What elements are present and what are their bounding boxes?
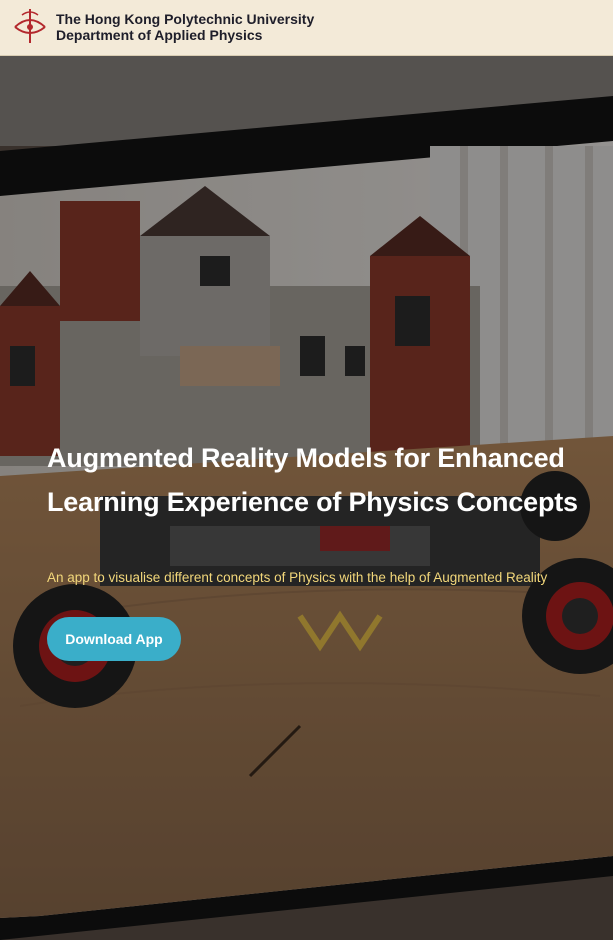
university-name: The Hong Kong Polytechnic University [56,11,315,27]
page: The Hong Kong Polytechnic University Dep… [0,0,613,940]
header-title: The Hong Kong Polytechnic University Dep… [56,11,314,43]
download-app-button[interactable]: Download App [47,617,181,661]
site-header: The Hong Kong Polytechnic University Dep… [0,0,613,56]
polyu-logo-icon[interactable] [12,7,48,45]
hero-section: Augmented Reality Models for Enhanced Le… [0,56,613,940]
hero-subtitle: An app to visualise different concepts o… [47,570,548,585]
department-name: Department of Applied Physics [56,27,263,43]
hero-title: Augmented Reality Models for Enhanced Le… [47,443,578,517]
